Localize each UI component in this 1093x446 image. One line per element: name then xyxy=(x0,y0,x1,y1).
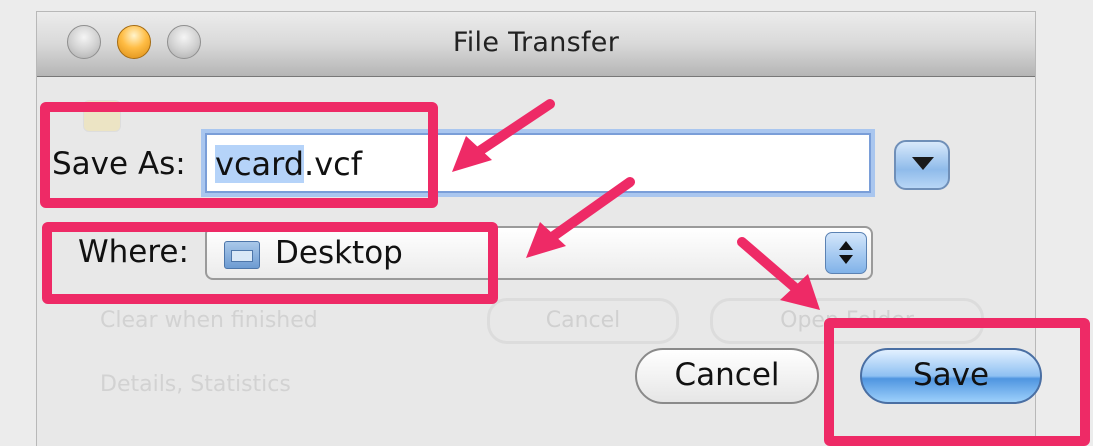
arrow-to-save-as xyxy=(467,99,555,161)
arrow-to-where xyxy=(543,177,635,245)
annotation-arrows xyxy=(452,99,820,310)
arrow-to-save xyxy=(737,237,805,297)
